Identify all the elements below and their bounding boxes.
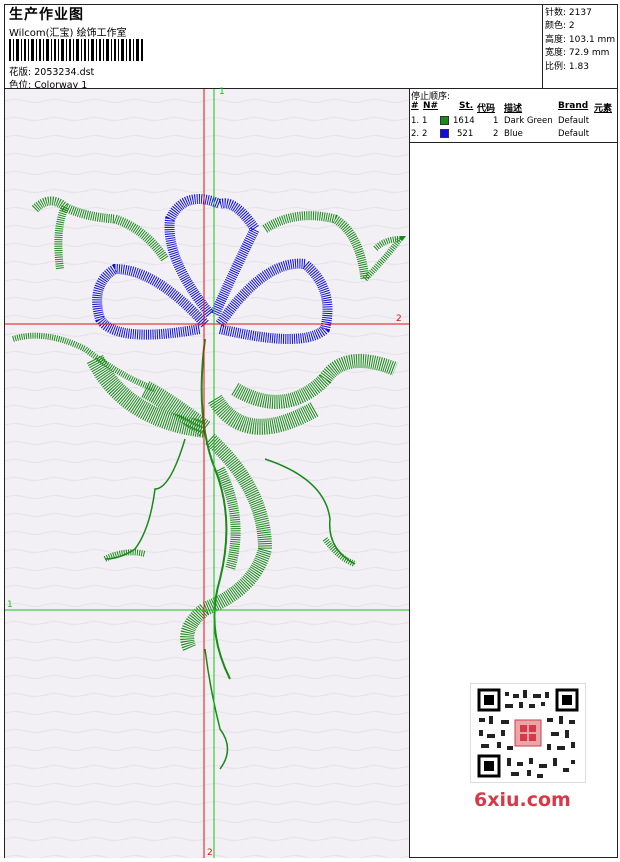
col-code: 代码 xyxy=(477,104,496,114)
qr-code xyxy=(470,683,586,783)
stat-colors: 颜色: 2 xyxy=(545,21,575,31)
col-n: N# xyxy=(423,101,439,111)
axis-label-h2: 2 xyxy=(396,314,402,324)
col-idx: # xyxy=(411,101,419,111)
col-element: 元素 xyxy=(594,104,613,114)
axis-label-v2: 2 xyxy=(207,848,213,858)
barcode xyxy=(9,39,143,61)
watermark: 6xiu.com xyxy=(474,789,571,811)
col-brand: Brand xyxy=(558,101,589,111)
file-line: 花版: 2053234.dst xyxy=(9,64,94,78)
embroidery-design xyxy=(5,89,409,858)
company-name: Wilcom(汇宝) 绘饰工作室 xyxy=(9,28,127,39)
col-stitches: St. xyxy=(459,101,474,111)
page-title: 生产作业图 xyxy=(9,7,84,23)
axis-label-v1: 1 xyxy=(219,87,225,97)
color-swatch-green xyxy=(440,116,449,125)
stop-sequence-panel: 停止顺序: # N# St. 代码 描述 Brand 元素 1. 1 1614 … xyxy=(410,89,618,143)
axis-label-h1: 1 xyxy=(7,600,13,610)
design-canvas: 1 1 2 2 xyxy=(5,87,410,858)
header: 生产作业图 Wilcom(汇宝) 绘饰工作室 花版: 2053234.dst 色… xyxy=(5,5,542,91)
stats-box: 针数: 2137 颜色: 2 高度: 103.1 mm 宽度: 72.9 mm … xyxy=(542,4,618,88)
stat-scale: 比例: 1.83 xyxy=(545,62,589,72)
col-desc: 描述 xyxy=(504,104,523,114)
color-swatch-blue xyxy=(440,129,449,138)
stat-stitches: 针数: 2137 xyxy=(545,8,592,18)
stat-height: 高度: 103.1 mm xyxy=(545,35,616,45)
stat-width: 宽度: 72.9 mm xyxy=(545,48,610,58)
